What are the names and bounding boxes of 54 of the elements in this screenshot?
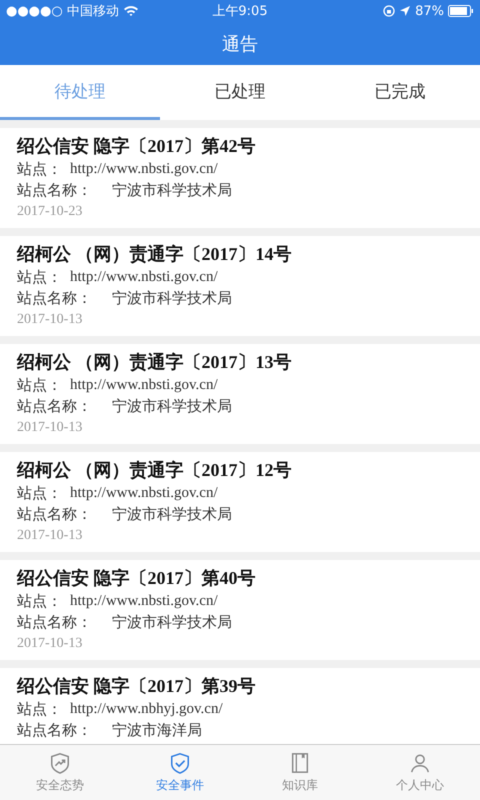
site-name: 宁波市海洋局 [112, 720, 202, 741]
notice-card[interactable]: 绍柯公 （网）责通字〔2017〕14号 站点： http://www.nbsti.gov.cn/ 站点名称： 宁波市科学技术局 2017-10-13 [0, 236, 480, 336]
site-name: 宁波市科学技术局 [112, 288, 232, 309]
notice-title: 绍柯公 （网）责通字〔2017〕12号 [17, 459, 292, 482]
notice-date: 2017-10-13 [17, 419, 84, 437]
notice-title: 绍柯公 （网）责通字〔2017〕13号 [17, 351, 292, 374]
shield-check-icon [169, 752, 191, 774]
rotation-lock-icon [383, 5, 396, 17]
site-name: 宁波市科学技术局 [112, 612, 232, 633]
notice-date: 2017-10-13 [17, 527, 84, 545]
notice-title: 绍公信安 隐字〔2017〕第40号 [17, 567, 256, 590]
notice-date: 2017-10-23 [17, 203, 84, 221]
site-name: 宁波市科学技术局 [112, 396, 232, 417]
site-url: http://www.nbsti.gov.cn/ [70, 592, 218, 611]
notice-card[interactable]: 绍公信安 隐字〔2017〕第39号 站点： http://www.nbhyj.gov.cn/ 站点名称： 宁波市海洋局 [0, 668, 480, 744]
carrier-label: ●●●●○ 中国移动 [6, 3, 119, 20]
shield-trend-icon [49, 752, 71, 774]
field-label: 站点名称： [17, 180, 92, 201]
book-icon [289, 752, 311, 774]
field-label: 站点名称： [17, 396, 92, 417]
site-url: http://www.nbsti.gov.cn/ [70, 376, 218, 395]
notice-title: 绍公信安 隐字〔2017〕第39号 [17, 675, 256, 698]
notice-card[interactable]: 绍柯公 （网）责通字〔2017〕12号 站点： http://www.nbsti.gov.cn/ 站点名称： 宁波市科学技术局 2017-10-13 [0, 452, 480, 552]
site-name: 宁波市科学技术局 [112, 504, 232, 525]
site-url: http://www.nbsti.gov.cn/ [70, 160, 218, 179]
clock-label: 上午9:05 [212, 3, 268, 20]
notice-card[interactable]: 绍公信安 隐字〔2017〕第42号 站点： http://www.nbsti.gov.cn/ 站点名称： 宁波市科学技术局 2017-10-23 [0, 128, 480, 228]
field-label: 站点名称： [17, 504, 92, 525]
site-url: http://www.nbsti.gov.cn/ [70, 268, 218, 287]
field-label: 站点： [17, 375, 62, 396]
site-name: 宁波市科学技术局 [112, 180, 232, 201]
notice-date: 2017-10-13 [17, 311, 84, 329]
field-label: 站点： [17, 699, 62, 720]
field-label: 站点名称： [17, 612, 92, 633]
notice-date: 2017-10-13 [17, 635, 84, 653]
battery-percent: 87% [415, 4, 444, 18]
field-label: 站点： [17, 483, 62, 504]
wifi-icon [122, 5, 139, 17]
person-icon [409, 752, 431, 774]
location-arrow-icon [399, 5, 412, 17]
nav-tab[interactable]: 安全事件 [120, 745, 240, 800]
notice-card[interactable]: 绍柯公 （网）责通字〔2017〕13号 站点： http://www.nbsti.gov.cn/ 站点名称： 宁波市科学技术局 2017-10-13 [0, 344, 480, 444]
field-label: 站点名称： [17, 288, 92, 309]
field-label: 站点： [17, 591, 62, 612]
site-url: http://www.nbsti.gov.cn/ [70, 484, 218, 503]
field-label: 站点： [17, 267, 62, 288]
page-title: 通告 [222, 32, 258, 56]
field-label: 站点： [17, 159, 62, 180]
notice-card[interactable]: 绍公信安 隐字〔2017〕第40号 站点： http://www.nbsti.gov.cn/ 站点名称： 宁波市科学技术局 2017-10-13 [0, 560, 480, 660]
site-url: http://www.nbhyj.gov.cn/ [70, 700, 223, 719]
field-label: 站点名称： [17, 720, 92, 741]
notice-title: 绍柯公 （网）责通字〔2017〕14号 [17, 243, 292, 266]
notice-title: 绍公信安 隐字〔2017〕第42号 [17, 135, 256, 158]
battery-icon [448, 5, 474, 17]
